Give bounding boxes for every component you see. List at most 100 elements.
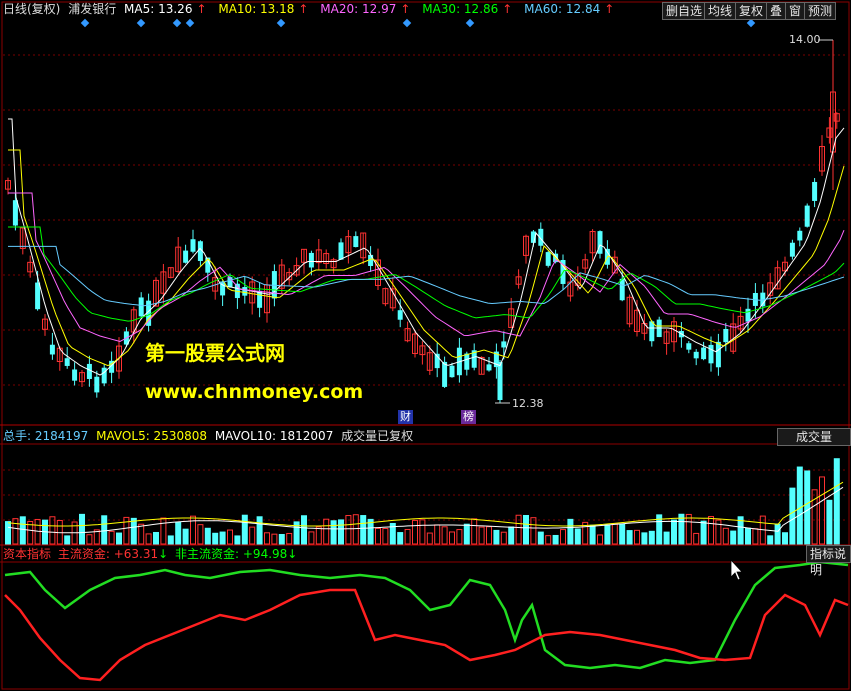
volume-bar bbox=[330, 520, 337, 545]
overlay-button[interactable]: 叠 bbox=[766, 2, 787, 20]
event-markers[interactable] bbox=[80, 18, 756, 28]
volume-bar bbox=[360, 515, 367, 545]
volume-bar bbox=[286, 532, 293, 545]
volume-bar bbox=[412, 519, 418, 545]
watermark-title: 第一股票公式网 bbox=[145, 341, 285, 365]
volume-bar bbox=[338, 519, 344, 545]
candle-down bbox=[797, 230, 803, 241]
candle-down bbox=[49, 344, 55, 355]
volume-bar bbox=[693, 532, 700, 545]
candle-down bbox=[686, 343, 692, 350]
candle-down bbox=[486, 364, 492, 371]
event-marker-icon bbox=[80, 18, 90, 28]
candle-down bbox=[723, 328, 729, 343]
candle-down bbox=[701, 347, 707, 360]
candle-down bbox=[619, 278, 625, 301]
volume-bar bbox=[486, 526, 492, 545]
volume-bar bbox=[278, 533, 285, 545]
volume-bar bbox=[819, 476, 825, 545]
ranking-event-tag[interactable]: 榜 bbox=[461, 410, 476, 424]
volume-bar bbox=[730, 530, 737, 545]
ma5-label: MA5: 13.26 ↑ bbox=[124, 2, 207, 16]
volume-bar bbox=[219, 531, 226, 545]
volume-bar bbox=[722, 527, 729, 545]
finance-event-tag[interactable]: 财 bbox=[398, 410, 413, 424]
forecast-button[interactable]: 预测 bbox=[804, 2, 837, 20]
indicator-help-button[interactable]: 指标说明 bbox=[806, 545, 851, 577]
candle-down bbox=[338, 242, 344, 260]
volume-bar bbox=[508, 526, 515, 545]
volume-bar bbox=[301, 515, 307, 545]
candle-down bbox=[242, 287, 248, 296]
volume-bar bbox=[804, 470, 811, 545]
event-marker-icon bbox=[276, 18, 286, 28]
volume-bar bbox=[700, 520, 707, 545]
volume-bar bbox=[256, 516, 263, 545]
volume-bar bbox=[271, 533, 278, 545]
remove-watchlist-button[interactable]: 删自选 bbox=[662, 2, 707, 20]
total-volume-label: 总手: 2184197 bbox=[3, 429, 89, 443]
volume-bar bbox=[116, 532, 122, 545]
volume-bar bbox=[663, 531, 670, 545]
volume-bar bbox=[108, 530, 115, 545]
volume-bar bbox=[145, 533, 152, 545]
volume-bar bbox=[678, 513, 685, 545]
candle-down bbox=[101, 367, 107, 384]
indicator-name[interactable]: 资本指标 bbox=[3, 547, 51, 561]
main-fund-label: 主流资金: +63.31 bbox=[57, 547, 159, 561]
volume-bar bbox=[782, 532, 788, 545]
candle-down bbox=[397, 310, 403, 320]
volume-bar bbox=[204, 527, 211, 545]
volume-bar bbox=[634, 529, 640, 545]
stock-chart-canvas[interactable] bbox=[0, 0, 851, 691]
volume-bar bbox=[456, 529, 463, 545]
volume-bar bbox=[323, 518, 330, 545]
ma60-line bbox=[8, 245, 845, 307]
volume-bar bbox=[463, 523, 470, 545]
volume-bar bbox=[552, 534, 559, 545]
ma-button[interactable]: 均线 bbox=[704, 2, 737, 20]
volume-bar bbox=[86, 534, 93, 545]
volume-bar bbox=[826, 499, 833, 545]
event-marker-icon bbox=[402, 18, 412, 28]
volume-bar bbox=[441, 526, 448, 545]
volume-bar bbox=[604, 524, 611, 545]
candle-down bbox=[35, 282, 41, 310]
fund-flow-lines bbox=[4, 560, 849, 682]
volume-bar bbox=[64, 535, 71, 545]
candle-down bbox=[501, 341, 507, 348]
volume-bar bbox=[79, 513, 85, 545]
candle-down bbox=[804, 205, 810, 227]
volume-bar bbox=[175, 521, 182, 545]
period-label[interactable]: 日线(复权) bbox=[3, 2, 60, 16]
volume-bar bbox=[449, 531, 455, 545]
volume-bar bbox=[182, 528, 189, 545]
stock-name: 浦发银行 bbox=[68, 2, 117, 16]
window-button[interactable]: 窗 bbox=[785, 2, 806, 20]
indicator-header: 资本指标 主流资金: +63.31↓ 非主流资金: +94.98↓ bbox=[3, 547, 298, 561]
event-marker-icon bbox=[136, 18, 146, 28]
candle-down bbox=[94, 376, 100, 393]
volume-bar bbox=[530, 517, 537, 545]
candle-down bbox=[812, 181, 818, 201]
volume-bar bbox=[641, 532, 648, 545]
candle-down bbox=[308, 252, 314, 268]
volume-bar bbox=[264, 532, 270, 545]
volume-bar bbox=[397, 532, 404, 545]
candle-down bbox=[464, 353, 470, 370]
volume-bar bbox=[249, 526, 256, 545]
candle-down bbox=[86, 363, 92, 379]
volume-bar bbox=[130, 517, 137, 545]
volume-bar bbox=[160, 517, 167, 545]
adjust-button[interactable]: 复权 bbox=[735, 2, 768, 20]
volume-tab[interactable]: 成交量 bbox=[777, 428, 851, 446]
volume-bar bbox=[212, 532, 219, 545]
event-marker-icon bbox=[185, 18, 195, 28]
candle-down bbox=[597, 231, 603, 254]
mouse-cursor-icon bbox=[730, 558, 743, 581]
ma30-label: MA30: 12.86 ↑ bbox=[422, 2, 513, 16]
ma60-label: MA60: 12.84 ↑ bbox=[524, 2, 615, 16]
candle-down bbox=[545, 252, 551, 266]
volume-bar bbox=[19, 516, 26, 545]
volume-bar bbox=[648, 530, 655, 545]
